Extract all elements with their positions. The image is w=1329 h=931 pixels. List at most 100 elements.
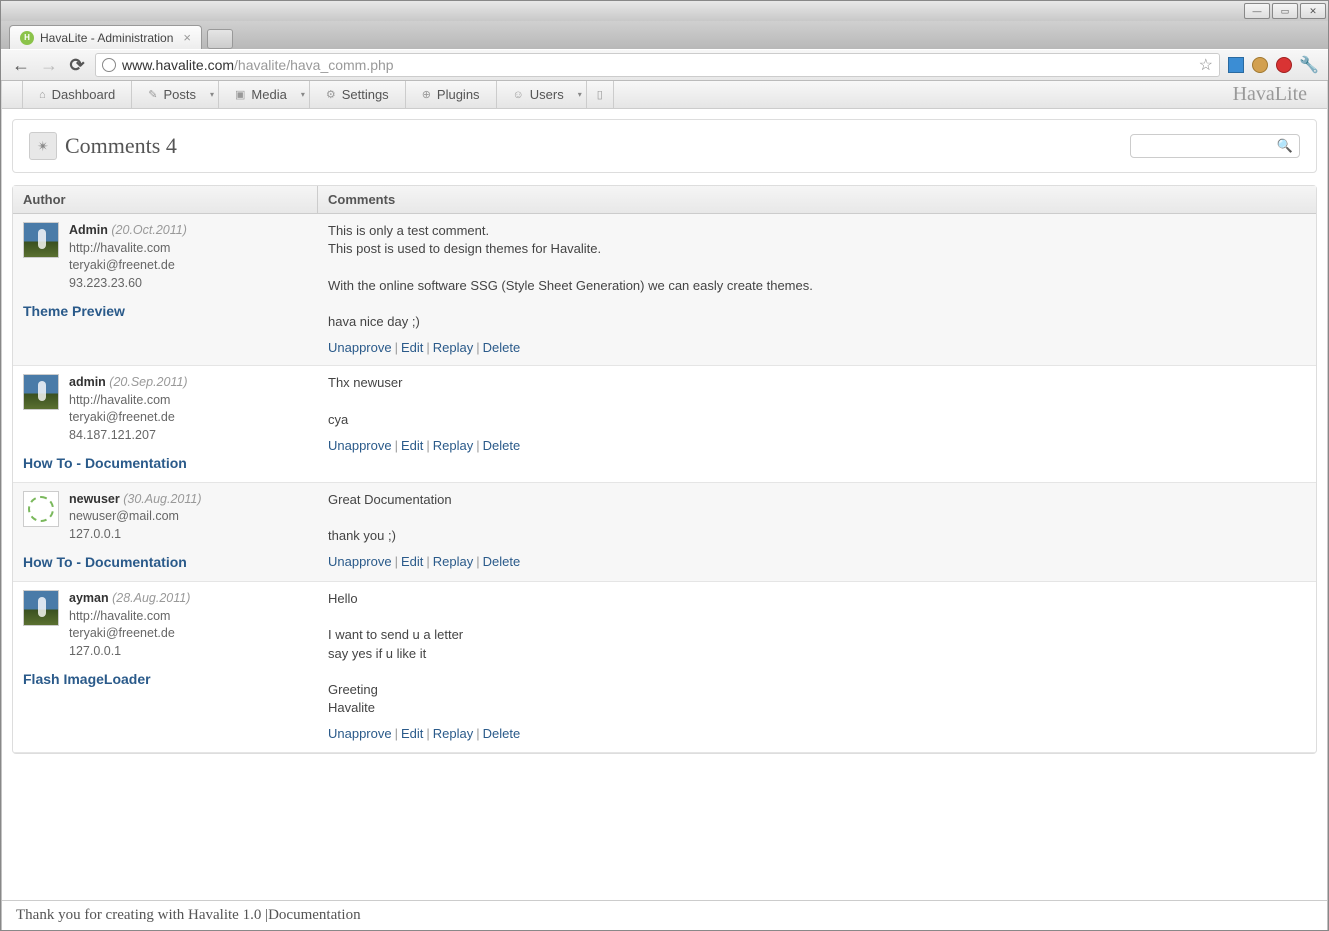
address-bar: ← → ⟳ www.havalite.com/havalite/hava_com… xyxy=(1,49,1328,81)
action-delete[interactable]: Delete xyxy=(483,726,521,741)
author-ip: 127.0.0.1 xyxy=(69,526,202,544)
comment-cell: Great Documentation thank you ;) Unappro… xyxy=(318,483,1316,581)
column-comments: Comments xyxy=(318,186,1316,213)
post-link[interactable]: How To - Documentation xyxy=(23,454,308,474)
browser-window: — ▭ ✕ H HavaLite - Administration × ← → … xyxy=(0,0,1329,931)
users-icon: ☺ xyxy=(513,89,524,101)
nav-dashboard[interactable]: ⌂Dashboard xyxy=(22,81,132,108)
home-icon: ⌂ xyxy=(39,89,46,101)
reload-button[interactable]: ⟳ xyxy=(67,55,87,75)
post-link[interactable]: Flash ImageLoader xyxy=(23,670,308,690)
author-url[interactable]: http://havalite.com xyxy=(69,608,190,626)
close-button[interactable]: ✕ xyxy=(1300,3,1326,19)
action-replay[interactable]: Replay xyxy=(433,554,473,569)
author-date: (20.Oct.2011) xyxy=(111,223,187,237)
action-unapprove[interactable]: Unapprove xyxy=(328,726,392,741)
bookmark-star-icon[interactable]: ☆ xyxy=(1199,55,1213,75)
settings-wrench-icon[interactable]: 🔧 xyxy=(1300,56,1318,74)
cookie-icon[interactable] xyxy=(1252,57,1268,73)
nav-users[interactable]: ☺Users▾ xyxy=(497,81,587,108)
comment-cell: This is only a test comment. This post i… xyxy=(318,214,1316,365)
author-date: (30.Aug.2011) xyxy=(123,492,201,506)
back-button[interactable]: ← xyxy=(11,55,31,75)
author-email[interactable]: teryaki@freenet.de xyxy=(69,257,187,275)
toolbar-icons: 🔧 xyxy=(1228,56,1318,74)
url-text: www.havalite.com/havalite/hava_comm.php xyxy=(122,57,1193,73)
nav-plugins[interactable]: ⊕Plugins xyxy=(406,81,497,108)
page-icon: ▯ xyxy=(597,88,603,101)
nav-media[interactable]: ▣Media▾ xyxy=(219,81,310,108)
minimize-button[interactable]: — xyxy=(1244,3,1270,19)
new-tab-button[interactable] xyxy=(207,29,233,49)
url-input[interactable]: www.havalite.com/havalite/hava_comm.php … xyxy=(95,53,1220,77)
tab-title: HavaLite - Administration xyxy=(40,31,173,45)
author-email[interactable]: teryaki@freenet.de xyxy=(69,409,188,427)
extension-icon[interactable] xyxy=(1228,57,1244,73)
post-link[interactable]: How To - Documentation xyxy=(23,553,308,573)
comments-table: Author Comments Admin (20.Oct.2011) http… xyxy=(12,185,1317,754)
page-title: Comments 4 xyxy=(65,133,177,159)
window-title-bar: — ▭ ✕ xyxy=(1,1,1328,21)
comment-body: This is only a test comment. This post i… xyxy=(328,222,1306,331)
author-cell: admin (20.Sep.2011) http://havalite.com … xyxy=(13,366,318,482)
action-edit[interactable]: Edit xyxy=(401,726,423,741)
avatar xyxy=(23,374,59,410)
globe-icon xyxy=(102,58,116,72)
comment-body: Hello I want to send u a letter say yes … xyxy=(328,590,1306,717)
action-delete[interactable]: Delete xyxy=(483,554,521,569)
chevron-down-icon: ▾ xyxy=(210,90,214,99)
author-cell: Admin (20.Oct.2011) http://havalite.com … xyxy=(13,214,318,365)
admin-navigation: ⌂Dashboard ✎Posts▾ ▣Media▾ ⚙Settings ⊕Pl… xyxy=(2,81,1327,109)
author-url[interactable]: http://havalite.com xyxy=(69,240,187,258)
comment-body: Great Documentation thank you ;) xyxy=(328,491,1306,546)
author-email[interactable]: newuser@mail.com xyxy=(69,508,202,526)
media-icon: ▣ xyxy=(235,88,245,101)
author-email[interactable]: teryaki@freenet.de xyxy=(69,625,190,643)
plugins-icon: ⊕ xyxy=(422,88,431,101)
forward-button[interactable]: → xyxy=(39,55,59,75)
post-link[interactable]: Theme Preview xyxy=(23,302,308,322)
author-url[interactable]: http://havalite.com xyxy=(69,392,188,410)
search-input[interactable]: 🔍 xyxy=(1130,134,1300,158)
comment-actions: Unapprove|Edit|Replay|Delete xyxy=(328,437,1306,455)
author-cell: ayman (28.Aug.2011) http://havalite.com … xyxy=(13,582,318,752)
action-edit[interactable]: Edit xyxy=(401,438,423,453)
author-ip: 84.187.121.207 xyxy=(69,427,188,445)
action-unapprove[interactable]: Unapprove xyxy=(328,340,392,355)
author-cell: newuser (30.Aug.2011) newuser@mail.com 1… xyxy=(13,483,318,581)
maximize-button[interactable]: ▭ xyxy=(1272,3,1298,19)
comment-actions: Unapprove|Edit|Replay|Delete xyxy=(328,725,1306,743)
action-replay[interactable]: Replay xyxy=(433,438,473,453)
footer-doc-link[interactable]: Documentation xyxy=(268,907,360,924)
author-ip: 93.223.23.60 xyxy=(69,275,187,293)
comment-cell: Hello I want to send u a letter say yes … xyxy=(318,582,1316,752)
action-unapprove[interactable]: Unapprove xyxy=(328,438,392,453)
tab-close-icon[interactable]: × xyxy=(183,30,191,45)
nav-page[interactable]: ▯ xyxy=(587,81,614,108)
action-delete[interactable]: Delete xyxy=(483,438,521,453)
page-content: ⌂Dashboard ✎Posts▾ ▣Media▾ ⚙Settings ⊕Pl… xyxy=(2,81,1327,929)
nav-posts[interactable]: ✎Posts▾ xyxy=(132,81,219,108)
brand-logo: HavaLite xyxy=(1233,81,1327,108)
action-delete[interactable]: Delete xyxy=(483,340,521,355)
action-edit[interactable]: Edit xyxy=(401,554,423,569)
comment-actions: Unapprove|Edit|Replay|Delete xyxy=(328,553,1306,571)
browser-tab[interactable]: H HavaLite - Administration × xyxy=(9,25,202,49)
comment-body: Thx newuser cya xyxy=(328,374,1306,429)
comment-actions: Unapprove|Edit|Replay|Delete xyxy=(328,339,1306,357)
author-date: (20.Sep.2011) xyxy=(109,375,187,389)
nav-settings[interactable]: ⚙Settings xyxy=(310,81,406,108)
browser-tab-bar: H HavaLite - Administration × xyxy=(1,21,1328,49)
author-date: (28.Aug.2011) xyxy=(112,591,190,605)
search-icon: 🔍 xyxy=(1277,138,1293,154)
action-unapprove[interactable]: Unapprove xyxy=(328,554,392,569)
action-replay[interactable]: Replay xyxy=(433,340,473,355)
avatar xyxy=(23,491,59,527)
author-name: admin xyxy=(69,375,106,389)
action-replay[interactable]: Replay xyxy=(433,726,473,741)
comments-icon: ✴ xyxy=(29,132,57,160)
block-icon[interactable] xyxy=(1276,57,1292,73)
action-edit[interactable]: Edit xyxy=(401,340,423,355)
favicon-icon: H xyxy=(20,31,34,45)
author-name: Admin xyxy=(69,223,108,237)
